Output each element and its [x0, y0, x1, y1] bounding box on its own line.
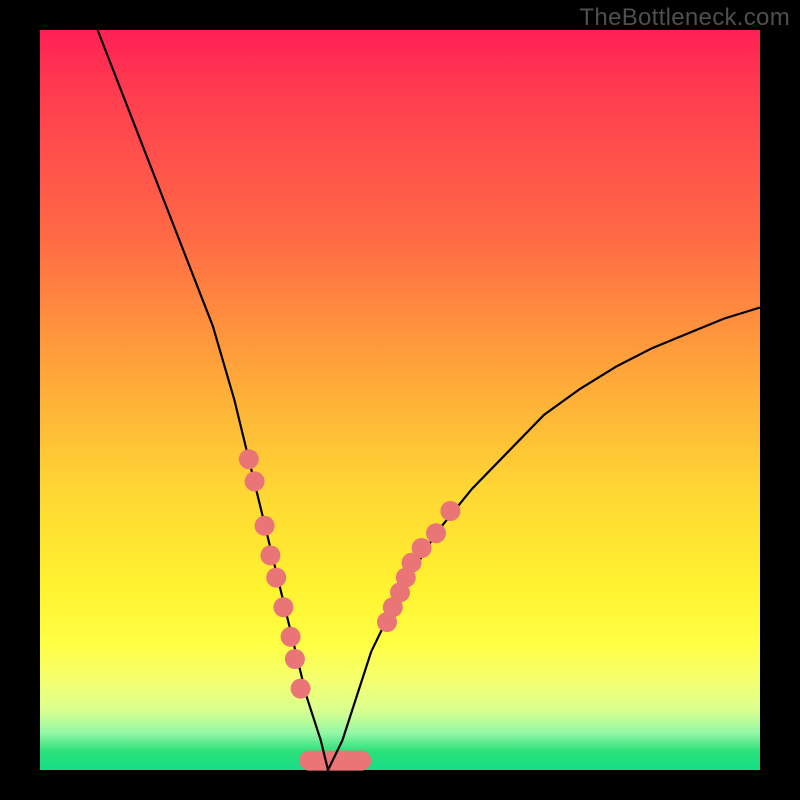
watermark-text: TheBottleneck.com [579, 4, 790, 32]
bottleneck-curve [98, 30, 760, 770]
curve-svg [40, 30, 760, 770]
data-dot [273, 597, 293, 617]
data-dot [440, 501, 460, 521]
chart-frame: TheBottleneck.com [0, 0, 800, 800]
data-dot [285, 649, 305, 669]
data-dot [412, 538, 432, 558]
data-dot [245, 471, 265, 491]
data-dot [239, 449, 259, 469]
data-dot [260, 545, 280, 565]
data-dot [266, 568, 286, 588]
data-dots [239, 449, 461, 698]
data-dot [291, 679, 311, 699]
data-dot [281, 627, 301, 647]
data-dot [426, 523, 446, 543]
plot-area [40, 30, 760, 770]
data-dot [255, 516, 275, 536]
